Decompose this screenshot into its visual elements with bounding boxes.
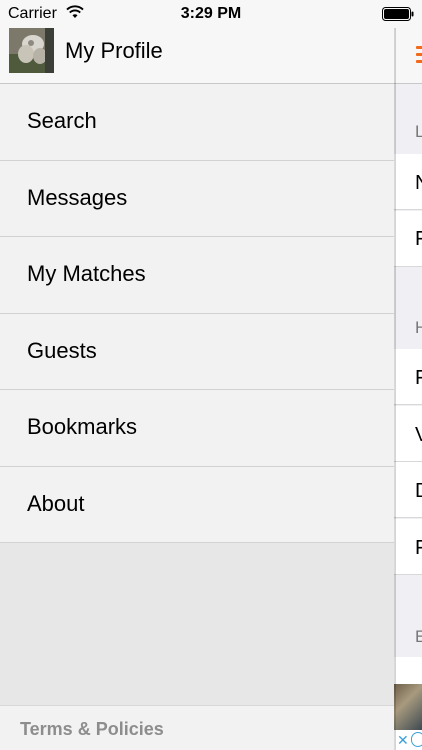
hamburger-icon[interactable] (416, 46, 422, 64)
menu-item-label: Bookmarks (27, 414, 138, 439)
battery-icon (382, 7, 414, 21)
menu-list: Search Messages My Matches Guests Bookma… (0, 84, 394, 543)
background-row-label: F (415, 537, 422, 559)
background-section-header: H (415, 318, 422, 337)
background-row-label: F (415, 228, 422, 250)
ad-bar: ✕ (394, 730, 422, 750)
menu-item-guests[interactable]: Guests (0, 313, 394, 390)
menu-item-search[interactable]: Search (0, 84, 394, 161)
menu-item-bookmarks[interactable]: Bookmarks (0, 390, 394, 467)
ad-choices-icon[interactable] (411, 732, 422, 747)
profile-title[interactable]: My Profile (65, 38, 163, 64)
avatar-image (9, 28, 54, 73)
menu-item-label: Messages (27, 184, 128, 210)
background-row-label: N (415, 172, 422, 195)
drawer-footer: Terms & Policies (0, 705, 394, 750)
ad-banner-image[interactable] (394, 684, 422, 730)
avatar[interactable] (9, 28, 54, 73)
menu-item-my-matches[interactable]: My Matches (0, 237, 394, 314)
menu-item-messages[interactable]: Messages (0, 160, 394, 237)
background-screen: L N F H F V D F E ✕ (394, 0, 422, 750)
menu-item-about[interactable]: About (0, 466, 394, 543)
terms-policies-link[interactable]: Terms & Policies (20, 719, 164, 740)
status-bar: Carrier 3:29 PM (0, 0, 422, 28)
background-row-label: V (415, 424, 422, 446)
background-row-label: D (415, 480, 422, 503)
side-menu-drawer: My Profile Search Messages My Matches Gu… (0, 0, 394, 750)
clock: 3:29 PM (180, 5, 242, 22)
menu-item-label: About (27, 490, 85, 516)
menu-item-label: Guests (27, 337, 97, 363)
menu-item-label: Search (27, 108, 97, 133)
close-icon[interactable]: ✕ (397, 732, 409, 749)
background-section-header: L (415, 122, 422, 141)
background-section-header: E (415, 627, 422, 646)
background-row[interactable] (394, 657, 422, 684)
background-row-label: F (415, 367, 422, 389)
menu-item-label: My Matches (27, 261, 146, 286)
profile-header[interactable]: My Profile (0, 28, 394, 84)
